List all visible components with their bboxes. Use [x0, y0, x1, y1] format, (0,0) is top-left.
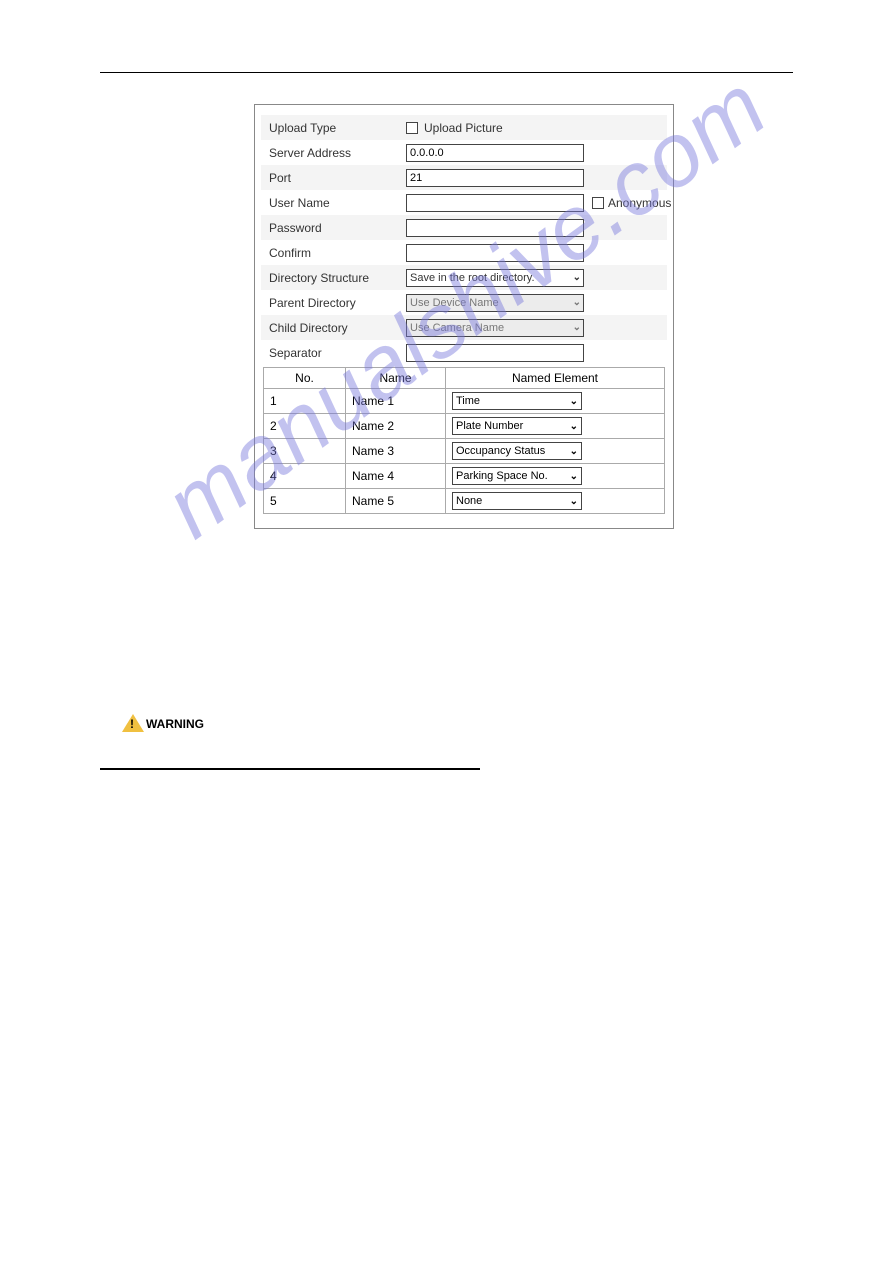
- chevron-down-icon: ⌄: [573, 297, 581, 308]
- separator-input[interactable]: [406, 344, 584, 362]
- cell-name: Name 2: [346, 414, 446, 439]
- row-server-address: Server Address: [261, 140, 667, 165]
- anonymous-label: Anonymous: [608, 196, 671, 210]
- chevron-down-icon: ⌄: [570, 471, 578, 482]
- port-label: Port: [261, 171, 406, 185]
- confirm-label: Confirm: [261, 246, 406, 260]
- table-header-named-element: Named Element: [446, 368, 665, 389]
- row-password: Password: [261, 215, 667, 240]
- child-directory-value: Use Camera Name: [410, 322, 504, 334]
- separator-label: Separator: [261, 346, 406, 360]
- named-element-select[interactable]: None ⌄: [452, 492, 582, 510]
- row-child-directory: Child Directory Use Camera Name ⌄: [261, 315, 667, 340]
- directory-structure-select[interactable]: Save in the root directory. ⌄: [406, 269, 584, 287]
- cell-no: 2: [264, 414, 346, 439]
- row-directory-structure: Directory Structure Save in the root dir…: [261, 265, 667, 290]
- upload-picture-checkbox[interactable]: [406, 122, 418, 134]
- chevron-down-icon: ⌄: [570, 446, 578, 457]
- table-row: 3 Name 3 Occupancy Status ⌄: [264, 439, 665, 464]
- server-address-label: Server Address: [261, 146, 406, 160]
- cell-name: Name 4: [346, 464, 446, 489]
- named-element-select[interactable]: Parking Space No. ⌄: [452, 467, 582, 485]
- cell-name: Name 3: [346, 439, 446, 464]
- child-directory-label: Child Directory: [261, 321, 406, 335]
- cell-name: Name 1: [346, 389, 446, 414]
- parent-directory-value: Use Device Name: [410, 297, 499, 309]
- table-row: 2 Name 2 Plate Number ⌄: [264, 414, 665, 439]
- warning-icon: [122, 714, 144, 732]
- row-parent-directory: Parent Directory Use Device Name ⌄: [261, 290, 667, 315]
- row-separator: Separator: [261, 340, 667, 365]
- table-header-no: No.: [264, 368, 346, 389]
- cell-element: Parking Space No. ⌄: [446, 464, 665, 489]
- row-upload-type: Upload Type Upload Picture: [261, 115, 667, 140]
- cell-name: Name 5: [346, 489, 446, 514]
- cell-no: 3: [264, 439, 346, 464]
- anonymous-checkbox[interactable]: [592, 197, 604, 209]
- server-address-input[interactable]: [406, 144, 584, 162]
- cell-no: 5: [264, 489, 346, 514]
- parent-directory-label: Parent Directory: [261, 296, 406, 310]
- table-row: 1 Name 1 Time ⌄: [264, 389, 665, 414]
- row-port: Port: [261, 165, 667, 190]
- warning-block: WARNING: [122, 714, 204, 732]
- table-header-name: Name: [346, 368, 446, 389]
- cell-element: None ⌄: [446, 489, 665, 514]
- table-row: 4 Name 4 Parking Space No. ⌄: [264, 464, 665, 489]
- chevron-down-icon: ⌄: [570, 496, 578, 507]
- named-element-value: None: [456, 495, 482, 507]
- chevron-down-icon: ⌄: [570, 396, 578, 407]
- cell-no: 4: [264, 464, 346, 489]
- named-element-select[interactable]: Plate Number ⌄: [452, 417, 582, 435]
- chevron-down-icon: ⌄: [573, 322, 581, 333]
- upload-picture-label: Upload Picture: [424, 121, 503, 135]
- directory-structure-label: Directory Structure: [261, 271, 406, 285]
- row-confirm: Confirm: [261, 240, 667, 265]
- user-name-label: User Name: [261, 196, 406, 210]
- directory-structure-value: Save in the root directory.: [410, 272, 535, 284]
- confirm-input[interactable]: [406, 244, 584, 262]
- chevron-down-icon: ⌄: [573, 272, 581, 283]
- password-input[interactable]: [406, 219, 584, 237]
- user-name-input[interactable]: [406, 194, 584, 212]
- named-element-value: Time: [456, 395, 480, 407]
- named-element-value: Plate Number: [456, 420, 523, 432]
- named-element-select[interactable]: Time ⌄: [452, 392, 582, 410]
- cell-no: 1: [264, 389, 346, 414]
- table-row: 5 Name 5 None ⌄: [264, 489, 665, 514]
- warning-label: WARNING: [146, 717, 204, 732]
- row-user-name: User Name Anonymous: [261, 190, 667, 215]
- cell-element: Plate Number ⌄: [446, 414, 665, 439]
- named-element-value: Occupancy Status: [456, 445, 545, 457]
- named-elements-table: No. Name Named Element 1 Name 1 Time ⌄ 2…: [263, 367, 665, 514]
- ftp-config-panel: Upload Type Upload Picture Server Addres…: [254, 104, 674, 529]
- parent-directory-select: Use Device Name ⌄: [406, 294, 584, 312]
- named-element-select[interactable]: Occupancy Status ⌄: [452, 442, 582, 460]
- named-element-value: Parking Space No.: [456, 470, 548, 482]
- warning-rule: [100, 768, 480, 770]
- child-directory-select: Use Camera Name ⌄: [406, 319, 584, 337]
- page-top-rule: [100, 72, 793, 73]
- port-input[interactable]: [406, 169, 584, 187]
- cell-element: Occupancy Status ⌄: [446, 439, 665, 464]
- chevron-down-icon: ⌄: [570, 421, 578, 432]
- password-label: Password: [261, 221, 406, 235]
- cell-element: Time ⌄: [446, 389, 665, 414]
- upload-type-label: Upload Type: [261, 121, 406, 135]
